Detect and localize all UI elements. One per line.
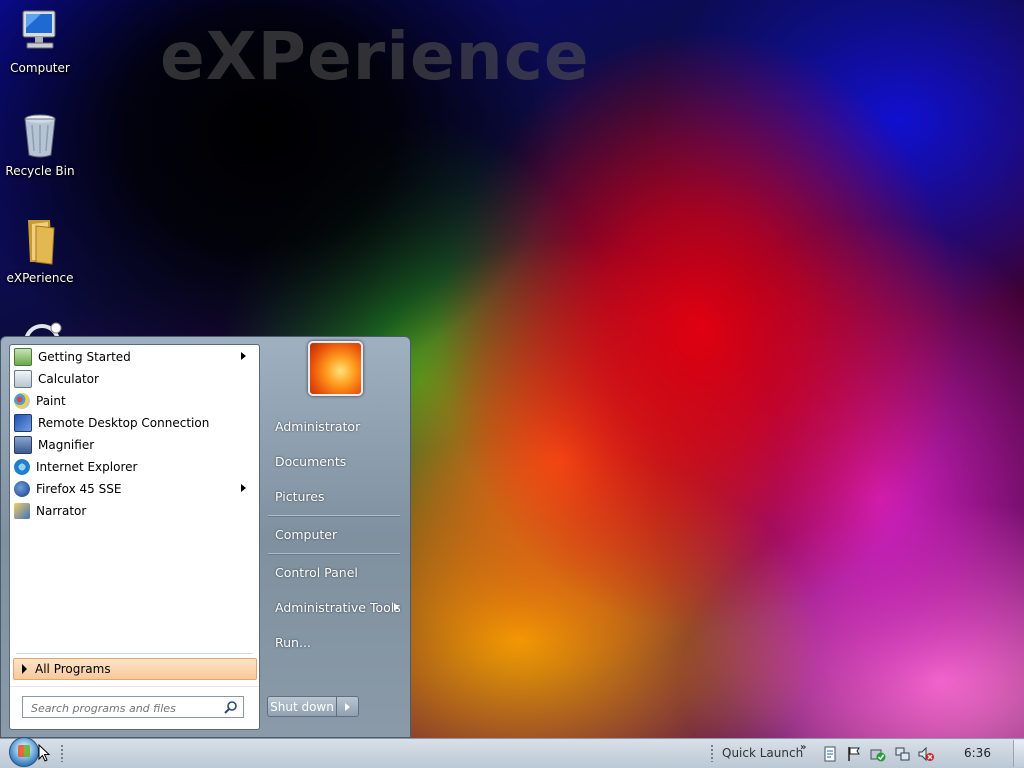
program-label: Paint <box>36 393 66 408</box>
start-menu-programs-pane: Getting Started Calculator Paint Remote … <box>9 344 260 730</box>
program-label: Internet Explorer <box>36 459 138 474</box>
internet-explorer-icon <box>14 458 30 475</box>
desktop-icon-label: Computer <box>10 61 70 75</box>
search-box[interactable] <box>22 696 244 718</box>
quick-launch-grip[interactable] <box>710 744 714 762</box>
right-pane-separator <box>268 553 400 555</box>
recycle-bin-icon <box>24 114 56 158</box>
right-pane-separator <box>268 515 400 517</box>
taskbar-clock[interactable]: 6:36 <box>964 746 991 760</box>
start-right-control-panel[interactable]: Control Panel <box>275 565 358 580</box>
folder-icon <box>28 220 55 265</box>
flag-tray-icon[interactable] <box>846 746 862 762</box>
taskbar-grip[interactable] <box>60 744 64 762</box>
program-label: Magnifier <box>38 437 95 452</box>
shutdown-group: Shut down <box>267 696 359 717</box>
shutdown-options-button[interactable] <box>337 696 359 717</box>
desktop-icon-partial[interactable] <box>20 320 64 336</box>
desktop-icon-computer[interactable]: Computer <box>0 8 80 75</box>
desktop-icon-label: eXPerience <box>6 271 74 285</box>
shutdown-button[interactable]: Shut down <box>267 696 337 717</box>
start-right-run[interactable]: Run... <box>275 635 311 650</box>
programs-separator <box>16 653 253 654</box>
mouse-cursor-icon <box>38 744 50 762</box>
program-item-internet-explorer[interactable]: Internet Explorer <box>14 456 254 477</box>
desktop-watermark: eXPerience <box>160 18 590 95</box>
desktop-icon-recycle-bin[interactable]: Recycle Bin <box>0 111 80 178</box>
volume-muted-tray-icon[interactable] <box>918 746 934 762</box>
remote-desktop-icon <box>14 413 32 432</box>
program-item-paint[interactable]: Paint <box>14 390 254 411</box>
user-avatar[interactable] <box>308 341 363 396</box>
program-item-calculator[interactable]: Calculator <box>14 368 254 389</box>
program-item-getting-started[interactable]: Getting Started <box>14 346 254 367</box>
show-desktop-button[interactable] <box>1013 740 1024 767</box>
search-input[interactable] <box>29 698 223 718</box>
quick-launch-label[interactable]: Quick Launch <box>722 746 803 760</box>
search-separator <box>10 686 259 687</box>
network-tray-icon[interactable] <box>894 746 910 762</box>
submenu-arrow-icon <box>241 352 246 360</box>
program-item-narrator[interactable]: Narrator <box>14 500 254 521</box>
program-label: Getting Started <box>38 349 131 364</box>
narrator-icon <box>14 502 30 519</box>
search-icon <box>224 701 237 714</box>
program-item-firefox[interactable]: Firefox 45 SSE <box>14 478 254 499</box>
program-label: Narrator <box>36 503 87 518</box>
computer-icon <box>22 10 56 49</box>
start-right-computer[interactable]: Computer <box>275 527 337 542</box>
start-right-administrator[interactable]: Administrator <box>275 419 360 434</box>
start-menu: Getting Started Calculator Paint Remote … <box>0 336 411 738</box>
start-button[interactable] <box>9 737 39 767</box>
paint-icon <box>14 392 30 409</box>
quick-launch-chevron[interactable]: » <box>800 742 806 753</box>
admin-tools-arrow-icon <box>394 603 399 611</box>
all-programs-button[interactable]: All Programs <box>13 658 257 680</box>
program-label: Calculator <box>38 371 99 386</box>
start-right-documents[interactable]: Documents <box>275 454 346 469</box>
magnifier-icon <box>14 435 32 454</box>
program-item-remote-desktop[interactable]: Remote Desktop Connection <box>14 412 254 433</box>
start-right-pictures[interactable]: Pictures <box>275 489 325 504</box>
firefox-icon <box>14 480 30 497</box>
all-programs-arrow-icon <box>22 664 27 674</box>
program-label: Firefox 45 SSE <box>36 481 122 496</box>
desktop-icon-label: Recycle Bin <box>5 164 75 178</box>
document-tray-icon[interactable] <box>822 746 838 762</box>
getting-started-icon <box>14 347 32 366</box>
calculator-icon <box>14 369 32 388</box>
security-tray-icon[interactable] <box>870 746 886 762</box>
program-label: Remote Desktop Connection <box>38 415 210 430</box>
settings-icon <box>25 322 62 336</box>
program-item-magnifier[interactable]: Magnifier <box>14 434 254 455</box>
all-programs-label: All Programs <box>35 662 111 676</box>
desktop-icon-experience[interactable]: eXPerience <box>0 216 80 285</box>
start-right-administrative-tools[interactable]: Administrative Tools <box>275 600 401 615</box>
submenu-arrow-icon <box>241 484 246 492</box>
